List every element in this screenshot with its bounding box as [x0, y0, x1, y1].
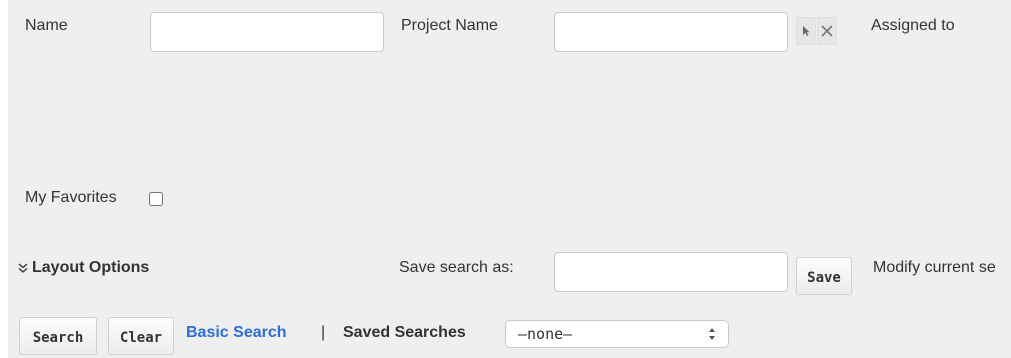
search-button[interactable]: Search [19, 317, 97, 355]
clear-project-button[interactable] [817, 17, 837, 45]
project-name-label: Project Name [401, 17, 498, 34]
up-down-arrows-icon [709, 328, 715, 340]
layout-options-toggle[interactable]: Layout Options [18, 258, 149, 278]
save-button[interactable]: Save [796, 257, 852, 295]
saved-searches-label: Saved Searches [343, 324, 466, 341]
basic-search-link[interactable]: Basic Search [186, 324, 287, 342]
name-input[interactable] [150, 12, 384, 52]
save-search-input[interactable] [554, 252, 788, 292]
modify-current-search-label: Modify current se [873, 259, 996, 276]
saved-searches-selected-value: –none– [518, 325, 573, 343]
assigned-to-label: Assigned to [871, 17, 955, 34]
my-favorites-label: My Favorites [25, 189, 117, 206]
separator: | [321, 324, 326, 341]
advanced-search-panel: Name Project Name Assigned to My Favorit… [8, 0, 1011, 358]
name-label: Name [25, 17, 68, 34]
my-favorites-checkbox[interactable] [149, 192, 163, 206]
saved-searches-select[interactable]: –none– [505, 320, 729, 348]
close-x-icon [821, 25, 833, 37]
save-search-label: Save search as: [399, 259, 514, 276]
arrow-cursor-icon [803, 26, 810, 36]
double-chevron-down-icon [18, 263, 28, 273]
layout-options-label: Layout Options [32, 259, 150, 276]
select-project-button[interactable] [796, 17, 816, 45]
project-name-input[interactable] [554, 12, 788, 52]
clear-button[interactable]: Clear [108, 317, 174, 355]
